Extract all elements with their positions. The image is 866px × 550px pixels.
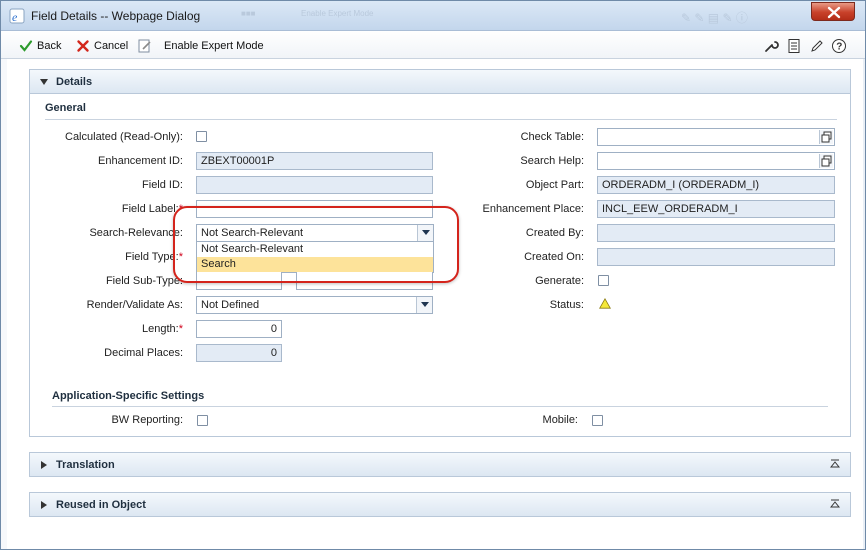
translation-header[interactable]: Translation	[30, 453, 850, 476]
details-header[interactable]: Details	[30, 70, 850, 94]
field-id-label: Field ID:	[142, 179, 183, 191]
decimal-places-label: Decimal Places:	[104, 347, 183, 359]
created-by-field[interactable]	[597, 224, 835, 242]
field-label-text: Field Label:	[121, 203, 179, 215]
highlight-annotation	[173, 206, 459, 283]
field-label-label: Field Label:*	[41, 203, 183, 215]
general-divider	[45, 119, 837, 120]
wrench-icon[interactable]	[763, 38, 779, 54]
expert-mode-label: Enable Expert Mode	[164, 40, 264, 52]
reused-header[interactable]: Reused in Object	[30, 493, 850, 516]
created-on-label: Created On:	[524, 251, 584, 263]
toolbar: Back Cancel Enable Expert Mode ?	[1, 31, 865, 59]
warning-triangle-icon	[599, 298, 611, 309]
edit-document-icon	[138, 39, 151, 53]
translation-title: Translation	[56, 458, 115, 471]
bw-reporting-checkbox[interactable]	[197, 415, 208, 426]
translation-panel: Translation	[29, 452, 851, 477]
enhancement-place-label: Enhancement Place:	[482, 203, 584, 215]
title-ghost-text: Enable Expert Mode	[301, 9, 374, 18]
calculated-label: Calculated (Read-Only):	[65, 131, 183, 143]
title-ghost-icons: ✎ ✎ ▤ ✎ ⓘ	[681, 11, 748, 25]
created-by-label: Created By:	[525, 227, 584, 239]
search-relevance-label: Search-Relevance:	[89, 227, 183, 239]
render-validate-label: Render/Validate As:	[86, 299, 183, 311]
enhancement-place-field[interactable]: INCL_EEW_ORDERADM_I	[597, 200, 835, 218]
svg-text:?: ?	[836, 42, 842, 53]
reused-title: Reused in Object	[56, 498, 146, 511]
dropdown-arrow[interactable]	[416, 297, 432, 313]
dialog-window: e Field Details -- Webpage Dialog ■■■ En…	[0, 0, 866, 550]
document-icon[interactable]	[786, 38, 802, 54]
render-validate-dropdown[interactable]: Not Defined	[196, 296, 433, 314]
back-label: Back	[37, 40, 62, 52]
app-settings-divider	[52, 406, 828, 407]
object-part-label: Object Part:	[525, 179, 584, 191]
title-bar[interactable]: e Field Details -- Webpage Dialog ■■■ En…	[1, 1, 865, 31]
enhancement-id-field[interactable]: ZBEXT00001P	[196, 152, 433, 170]
close-icon	[827, 6, 841, 19]
bw-reporting-label: BW Reporting:	[111, 414, 183, 426]
collapse-icon[interactable]	[830, 459, 840, 469]
created-on-field[interactable]	[597, 248, 835, 266]
caret-right-icon	[41, 500, 47, 509]
status-label: Status:	[549, 299, 584, 311]
app-settings-title: Application-Specific Settings	[52, 390, 205, 402]
field-type-text: Field Type:	[125, 251, 179, 263]
decimal-places-field[interactable]: 0	[196, 344, 282, 362]
back-button[interactable]: Back	[19, 38, 61, 54]
svg-text:e: e	[12, 10, 18, 24]
field-type-label: Field Type:*	[41, 251, 183, 263]
value-help-button[interactable]	[819, 130, 833, 144]
calculated-checkbox[interactable]	[196, 131, 207, 142]
caret-down-icon	[40, 78, 48, 85]
help-icon[interactable]: ?	[831, 38, 847, 54]
field-id-field[interactable]	[196, 176, 433, 194]
window-title: Field Details -- Webpage Dialog	[31, 9, 201, 23]
close-button[interactable]	[811, 2, 855, 21]
search-help-label: Search Help:	[520, 155, 584, 167]
general-section-title: General	[45, 102, 86, 114]
checkmark-icon	[19, 40, 33, 52]
check-table-label: Check Table:	[520, 131, 584, 143]
render-validate-value: Not Defined	[201, 299, 260, 311]
field-subtype-label: Field Sub-Type:	[105, 275, 183, 287]
generate-label: Generate:	[535, 275, 584, 287]
pencil-icon[interactable]	[809, 38, 825, 54]
value-help-button[interactable]	[819, 154, 833, 168]
cancel-button[interactable]: Cancel	[76, 38, 128, 54]
caret-right-icon	[41, 460, 47, 469]
length-label: Length:*	[41, 323, 183, 335]
check-table-input[interactable]	[597, 128, 835, 146]
value-help-icon	[821, 131, 832, 143]
search-help-input[interactable]	[597, 152, 835, 170]
ie-icon: e	[9, 8, 25, 24]
length-input[interactable]: 0	[196, 320, 282, 338]
enable-expert-mode-button[interactable]: Enable Expert Mode	[137, 38, 264, 54]
reused-in-object-panel: Reused in Object	[29, 492, 851, 517]
object-part-field[interactable]: ORDERADM_I (ORDERADM_I)	[597, 176, 835, 194]
required-marker: *	[178, 323, 183, 335]
cancel-label: Cancel	[94, 40, 129, 52]
enhancement-id-label: Enhancement ID:	[98, 155, 183, 167]
title-ghost-button: ■■■	[241, 9, 256, 18]
collapse-icon[interactable]	[830, 499, 840, 509]
generate-checkbox[interactable]	[598, 275, 609, 286]
mobile-label: Mobile:	[542, 414, 578, 426]
length-text: Length:	[142, 323, 179, 335]
cancel-x-icon	[77, 40, 89, 52]
value-help-icon	[821, 155, 832, 167]
details-title: Details	[56, 75, 93, 88]
mobile-checkbox[interactable]	[592, 415, 603, 426]
chevron-down-icon	[420, 302, 429, 307]
